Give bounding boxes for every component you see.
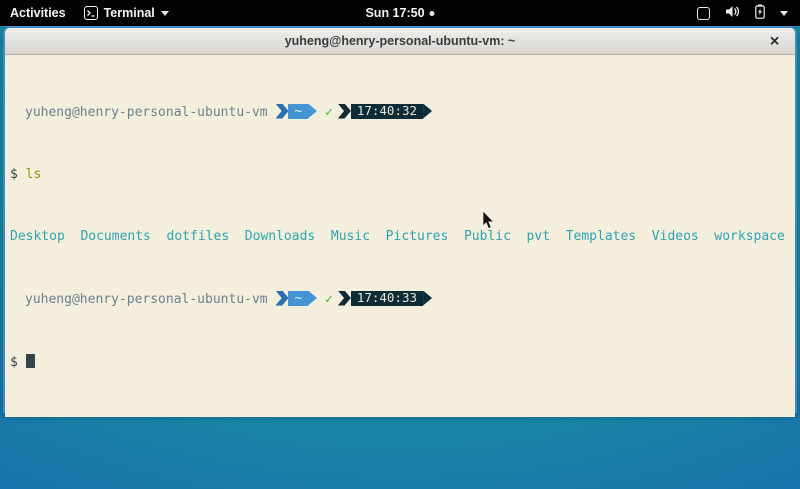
- volume-icon: [725, 5, 740, 21]
- terminal-window: yuheng@henry-personal-ubuntu-vm: ~ ✕ yuh…: [3, 26, 797, 413]
- prompt-user-host: yuheng@henry-personal-ubuntu-vm: [25, 105, 268, 120]
- prompt-line-2: yuheng@henry-personal-ubuntu-vm ~ ✓ 17:40:…: [10, 291, 795, 308]
- current-prompt-line[interactable]: $: [10, 354, 795, 371]
- powerline-tip-icon: [308, 104, 317, 119]
- window-titlebar[interactable]: yuheng@henry-personal-ubuntu-vm: ~ ✕: [5, 28, 795, 55]
- top-bar-left: Activities Terminal: [0, 6, 169, 20]
- prompt-user-host: yuheng@henry-personal-ubuntu-vm: [25, 292, 268, 307]
- prompt-line-1: yuheng@henry-personal-ubuntu-vm ~ ✓ 17:40:…: [10, 104, 795, 121]
- prompt-symbol: $: [10, 167, 18, 182]
- powerline-cwd-segment: ~: [275, 291, 317, 306]
- notification-dot-icon: [430, 11, 435, 16]
- powerline-cwd-segment: ~: [275, 104, 317, 119]
- clock-button[interactable]: Sun 17:50: [365, 0, 434, 26]
- status-check-icon: ✓: [325, 292, 333, 307]
- command-line: $ ls: [10, 167, 795, 183]
- prompt-cwd: ~: [288, 291, 308, 306]
- clock-label: Sun 17:50: [365, 6, 424, 20]
- powerline-time-segment: 17:40:33: [338, 291, 432, 306]
- prompt-time: 17:40:33: [351, 291, 423, 306]
- battery-charging-icon: [755, 4, 765, 22]
- system-menu-chevron-icon: [780, 11, 788, 16]
- desktop: { "topbar": { "activities": "Activities"…: [0, 0, 800, 489]
- ls-output: Desktop Documents dotfiles Downloads Mus…: [10, 229, 795, 245]
- powerline-arrow-icon: [275, 291, 288, 306]
- text-cursor: [26, 354, 35, 368]
- powerline-tip-icon: [423, 291, 432, 306]
- powerline-tip-icon: [423, 104, 432, 119]
- terminal-content[interactable]: yuheng@henry-personal-ubuntu-vm ~ ✓ 17:40:…: [5, 55, 795, 417]
- terminal-app-icon: [84, 6, 98, 20]
- powerline-tip-icon: [308, 291, 317, 306]
- app-menu[interactable]: Terminal: [84, 6, 169, 20]
- window-title: yuheng@henry-personal-ubuntu-vm: ~: [285, 34, 516, 48]
- app-menu-label: Terminal: [104, 6, 155, 20]
- powerline-time-segment: 17:40:32: [338, 104, 432, 119]
- top-bar: Activities Terminal Sun 17:50: [0, 0, 800, 26]
- prompt-symbol: $: [10, 355, 18, 370]
- powerline-arrow-icon: [275, 104, 288, 119]
- close-button[interactable]: ✕: [769, 35, 780, 48]
- powerline-arrow-icon: [338, 104, 351, 119]
- powerline-arrow-icon: [338, 291, 351, 306]
- prompt-cwd: ~: [288, 104, 308, 119]
- typed-command: ls: [26, 167, 42, 182]
- system-status-area[interactable]: [697, 4, 800, 22]
- status-check-icon: ✓: [325, 105, 333, 120]
- prompt-time: 17:40:32: [351, 104, 423, 119]
- activities-button[interactable]: Activities: [10, 6, 66, 20]
- chevron-down-icon: [161, 11, 169, 16]
- screen-icon: [697, 7, 710, 20]
